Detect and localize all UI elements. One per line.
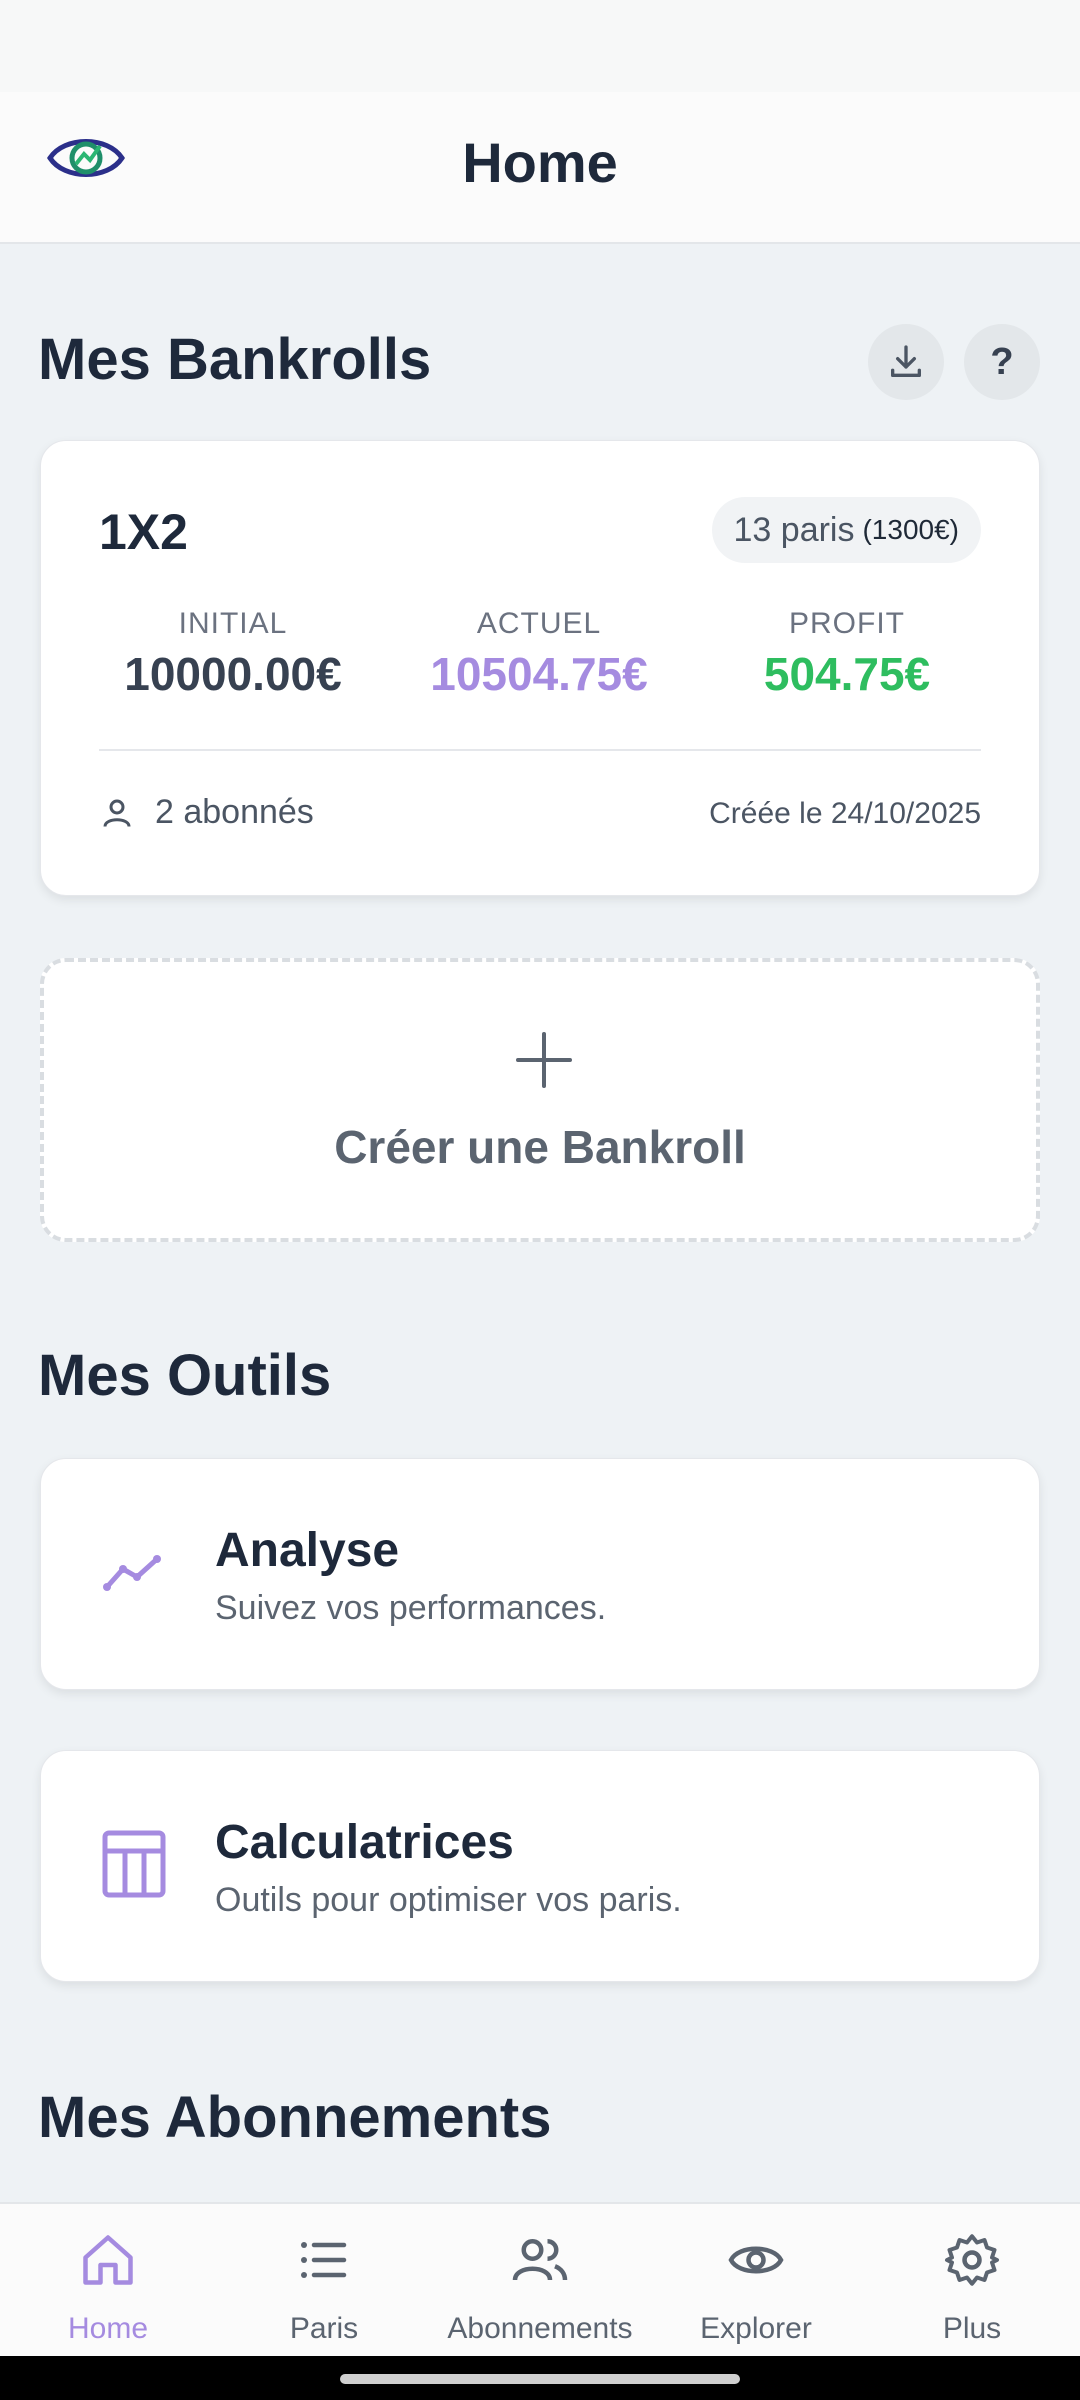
bankrolls-section-title: Mes Bankrolls: [38, 327, 432, 392]
home-indicator[interactable]: [340, 2374, 740, 2384]
tool-title: Calculatrices: [215, 1816, 514, 1869]
followers-count: 2 abonnés: [155, 793, 314, 831]
bottom-navigation: Home Paris Abonnements Explorer Plus: [0, 2202, 1080, 2356]
home-icon: [83, 2235, 133, 2285]
nav-item-plus[interactable]: Plus: [864, 2204, 1080, 2358]
initial-label: INITIAL: [178, 607, 288, 640]
initial-stat: INITIAL 10000.00€: [83, 607, 383, 701]
nav-item-explorer[interactable]: Explorer: [648, 2204, 864, 2358]
tool-title: Analyse: [215, 1524, 400, 1577]
nav-label: Explorer: [700, 2312, 812, 2345]
tool-card-analyse[interactable]: Analyse Suivez vos performances.: [40, 1458, 1040, 1690]
trend-chart-icon: [103, 1555, 161, 1591]
current-value: 10504.75€: [430, 648, 648, 700]
nav-item-abonnements[interactable]: Abonnements: [432, 2204, 648, 2358]
download-button[interactable]: [868, 324, 944, 400]
tool-subtitle: Outils pour optimiser vos paris.: [215, 1881, 682, 1919]
plus-icon: [516, 1032, 572, 1088]
nav-label: Home: [67, 2312, 149, 2345]
gear-icon: [945, 2234, 999, 2286]
download-icon: [891, 345, 921, 377]
bankroll-name: 1X2: [99, 504, 188, 560]
profit-label: PROFIT: [789, 607, 905, 640]
bankroll-card[interactable]: 1X2 13 paris (1300€) INITIAL 10000.00€ A…: [40, 440, 1040, 896]
profit-stat: PROFIT 504.75€: [697, 607, 997, 701]
users-icon: [512, 2239, 568, 2281]
help-icon: ?: [990, 340, 1014, 383]
nav-label: Plus: [942, 2312, 1002, 2345]
subscriptions-section-title: Mes Abonnements: [38, 2085, 552, 2150]
tool-subtitle: Suivez vos performances.: [215, 1589, 607, 1627]
nav-item-home[interactable]: Home: [0, 2204, 216, 2358]
nav-label: Paris: [289, 2312, 359, 2345]
bets-count: 13 paris: [733, 510, 855, 549]
eye-icon: [728, 2246, 784, 2274]
list-icon: [301, 2242, 347, 2278]
system-navigation-bar: [0, 2356, 1080, 2400]
current-label: ACTUEL: [476, 607, 602, 640]
tools-section-title: Mes Outils: [38, 1343, 332, 1408]
create-bankroll-button[interactable]: Créer une Bankroll: [40, 958, 1040, 1242]
card-divider: [99, 749, 981, 751]
profit-value: 504.75€: [763, 648, 931, 700]
current-stat: ACTUEL 10504.75€: [389, 607, 689, 701]
created-date: Créée le 24/10/2025: [709, 797, 981, 830]
calculator-table-icon: [102, 1830, 166, 1898]
help-button[interactable]: ?: [964, 324, 1040, 400]
bets-amount: (1300€): [862, 514, 959, 545]
page-title: Home: [462, 131, 618, 194]
create-bankroll-label: Créer une Bankroll: [334, 1121, 746, 1173]
tool-card-calculatrices[interactable]: Calculatrices Outils pour optimiser vos …: [40, 1750, 1040, 1982]
nav-item-paris[interactable]: Paris: [216, 2204, 432, 2358]
bets-badge: 13 paris (1300€): [711, 497, 981, 563]
status-bar: [0, 0, 1080, 92]
user-icon: [103, 799, 131, 827]
nav-label: Abonnements: [447, 2312, 633, 2345]
top-app-bar: Home: [0, 92, 1080, 244]
initial-value: 10000.00€: [124, 648, 342, 700]
followers: 2 abonnés: [99, 793, 314, 832]
